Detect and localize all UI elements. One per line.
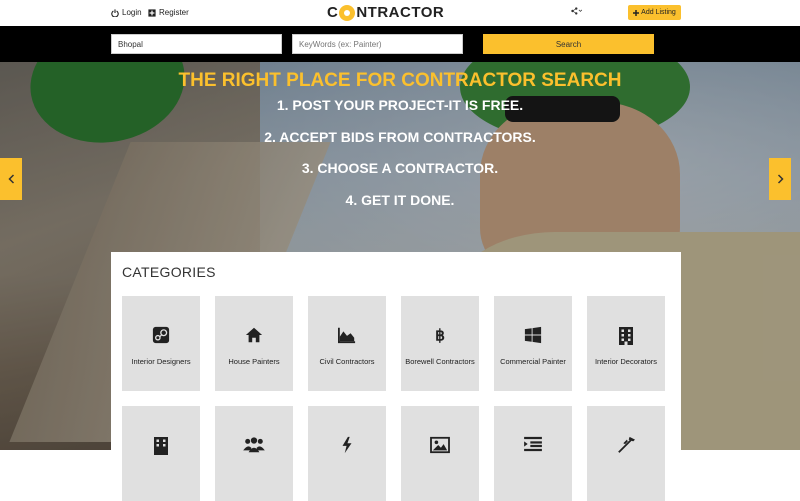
category-tile[interactable]	[494, 406, 572, 501]
area-chart-icon	[308, 326, 386, 349]
hero-headline: THE RIGHT PLACE FOR CONTRACTOR SEARCH	[178, 70, 622, 91]
building-icon	[122, 436, 200, 461]
indent-icon	[494, 436, 572, 457]
power-icon	[111, 8, 119, 17]
category-tile[interactable]	[308, 406, 386, 501]
category-tile-interior-designers[interactable]: Interior Designers	[122, 296, 200, 391]
login-link[interactable]: Login	[111, 8, 142, 17]
site-logo[interactable]: C NTRACTOR	[327, 4, 444, 21]
register-label: Register	[159, 8, 189, 17]
category-label: House Painters	[228, 357, 280, 366]
search-bar: Search	[0, 26, 800, 62]
category-tile-civil-contractors[interactable]: Civil Contractors	[308, 296, 386, 391]
top-bar: Login Register C NTRACTOR Add Listing	[0, 0, 800, 26]
category-tile[interactable]	[401, 406, 479, 501]
slider-prev-button[interactable]	[0, 158, 22, 200]
category-tile[interactable]	[122, 406, 200, 501]
image-icon	[401, 436, 479, 459]
hero-step-4: 4. GET IT DONE.	[345, 192, 455, 208]
home-icon	[215, 326, 293, 349]
slider-next-button[interactable]	[769, 158, 791, 200]
share-icon	[571, 7, 583, 15]
category-label: Civil Contractors	[319, 357, 375, 366]
register-link[interactable]: Register	[148, 8, 189, 17]
search-button[interactable]: Search	[483, 34, 654, 54]
tools-icon	[587, 436, 665, 459]
logo-text-start: C	[327, 4, 339, 21]
building-icon	[587, 326, 665, 351]
logo-mark-icon	[339, 4, 356, 21]
hero-step-3: 3. CHOOSE A CONTRACTOR.	[301, 160, 499, 176]
steam-icon	[122, 326, 200, 349]
plus-square-icon	[148, 8, 156, 17]
categories-title: CATEGORIES	[122, 264, 216, 280]
category-label: Interior Designers	[131, 357, 191, 366]
plus-icon	[633, 9, 640, 16]
category-tile-house-painters[interactable]: House Painters	[215, 296, 293, 391]
share-dropdown[interactable]	[571, 7, 583, 17]
bitcoin-icon: ฿	[401, 326, 479, 349]
chevron-right-icon	[777, 174, 784, 184]
chevron-left-icon	[7, 174, 14, 184]
category-tile-interior-decorators[interactable]: Interior Decorators	[587, 296, 665, 391]
category-tile[interactable]	[587, 406, 665, 501]
category-label: Borewell Contractors	[405, 357, 475, 366]
categories-panel: CATEGORIES Interior Designers House Pain…	[111, 252, 681, 501]
login-label: Login	[122, 8, 142, 17]
users-icon	[215, 436, 293, 459]
logo-text-end: NTRACTOR	[356, 4, 445, 21]
svg-text:฿: ฿	[435, 327, 445, 344]
category-tile[interactable]	[215, 406, 293, 501]
category-tile-borewell-contractors[interactable]: ฿ Borewell Contractors	[401, 296, 479, 391]
hero-step-2: 2. ACCEPT BIDS FROM CONTRACTORS.	[264, 129, 536, 145]
add-listing-button[interactable]: Add Listing	[628, 5, 681, 20]
bolt-icon	[308, 436, 386, 459]
hero-step-1: 1. POST YOUR PROJECT-IT IS FREE.	[276, 97, 524, 113]
category-tile-commercial-painter[interactable]: Commercial Painter	[494, 296, 572, 391]
category-label: Commercial Painter	[500, 357, 566, 366]
category-label: Interior Decorators	[594, 357, 658, 366]
location-input[interactable]	[111, 34, 282, 54]
windows-icon	[494, 326, 572, 349]
keywords-input[interactable]	[292, 34, 463, 54]
add-listing-label: Add Listing	[641, 9, 676, 16]
